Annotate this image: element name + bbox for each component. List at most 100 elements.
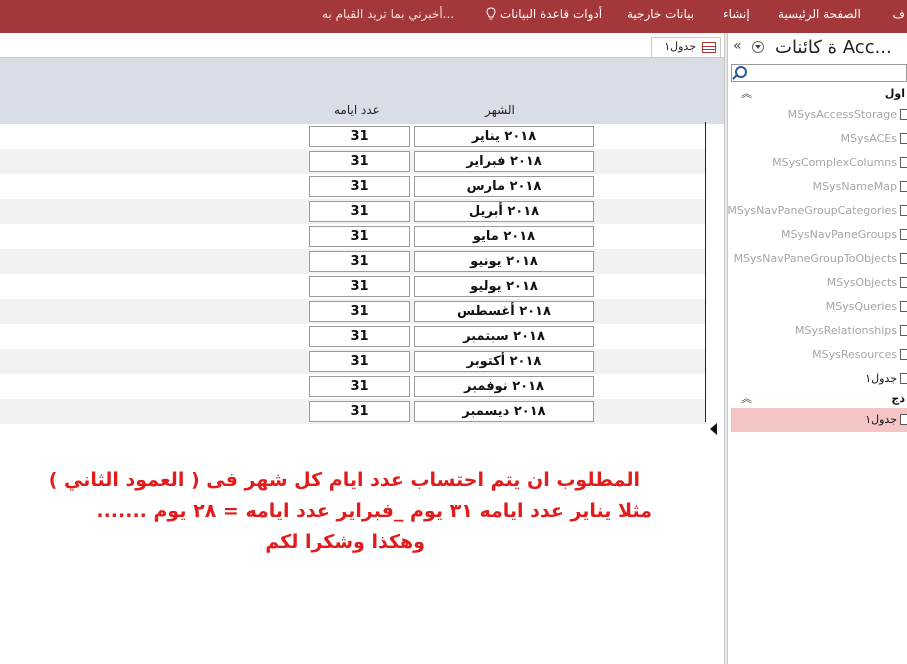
table-icon [900, 133, 907, 144]
table-icon [900, 373, 907, 384]
table-icon [900, 205, 907, 216]
days-field[interactable]: 31 [309, 301, 410, 322]
month-field[interactable]: ٢٠١٨ مايو [414, 226, 594, 247]
nav-group-label: اول [884, 87, 905, 100]
ribbon-bar: ف الصفحة الرئيسية إنشاء بيانات خارجية أد… [0, 0, 907, 33]
days-field[interactable]: 31 [309, 151, 410, 172]
double-chevron-icon[interactable]: « [733, 38, 742, 54]
table-icon [900, 301, 907, 312]
nav-item-label: جدول١ [865, 372, 897, 385]
month-field[interactable]: ٢٠١٨ يونيو [414, 251, 594, 272]
table-icon [900, 253, 907, 264]
nav-item-table[interactable]: MSysResources [731, 343, 907, 367]
tab-database-tools[interactable]: أدوات قاعدة البيانات [500, 7, 602, 21]
table-row: 31 ٢٠١٨ فبراير [0, 149, 705, 174]
month-field[interactable]: ٢٠١٨ ديسمبر [414, 401, 594, 422]
tab-file[interactable]: ف [893, 7, 905, 21]
days-field[interactable]: 31 [309, 126, 410, 147]
days-field[interactable]: 31 [309, 226, 410, 247]
days-field[interactable]: 31 [309, 376, 410, 397]
table-row: 31 ٢٠١٨ مايو [0, 224, 705, 249]
dropdown-circle-icon[interactable] [752, 41, 764, 53]
table-row: 31 ٢٠١٨ أكتوبر [0, 349, 705, 374]
month-field[interactable]: ٢٠١٨ فبراير [414, 151, 594, 172]
search-icon[interactable] [735, 66, 747, 78]
table-row: 31 ٢٠١٨ يوليو [0, 274, 705, 299]
nav-item-label: MSysNameMap [812, 180, 897, 193]
table-row: 31 ٢٠١٨ سبتمبر [0, 324, 705, 349]
nav-item-label: MSysNavPaneGroups [780, 228, 897, 241]
month-field[interactable]: ٢٠١٨ مارس [414, 176, 594, 197]
table-row: 31 ٢٠١٨ مارس [0, 174, 705, 199]
month-field[interactable]: ٢٠١٨ سبتمبر [414, 326, 594, 347]
days-field[interactable]: 31 [309, 201, 410, 222]
days-field[interactable]: 31 [309, 326, 410, 347]
nav-item-table[interactable]: جدول١ [731, 367, 907, 391]
table-row: 31 ٢٠١٨ أغسطس [0, 299, 705, 324]
nav-item-table[interactable]: MSysRelationships [731, 319, 907, 343]
table-icon [900, 349, 907, 360]
days-field[interactable]: 31 [309, 251, 410, 272]
nav-item-table[interactable]: MSysACEs [731, 127, 907, 151]
note-line: وهكذا وشكرا لكم [265, 531, 425, 553]
nav-item-table[interactable]: MSysObjects [731, 271, 907, 295]
nav-group-forms[interactable]: ︽ ذج [731, 390, 907, 408]
nav-item-label: MSysObjects [826, 276, 897, 289]
table-icon [702, 42, 716, 53]
nav-item-label: MSysNavPaneGroupCategories [727, 204, 897, 217]
table-row: 31 ٢٠١٨ نوفمبر [0, 374, 705, 399]
column-header-days: عدد ايامه [334, 103, 380, 117]
nav-item-form[interactable]: جدول١ [731, 408, 907, 432]
table-icon [900, 229, 907, 240]
nav-item-label: جدول١ [865, 413, 897, 426]
nav-item-table[interactable]: MSysNameMap [731, 175, 907, 199]
days-field[interactable]: 31 [309, 351, 410, 372]
lightbulb-icon [486, 7, 496, 20]
nav-search-input[interactable] [731, 64, 907, 82]
tab-create[interactable]: إنشاء [723, 7, 750, 21]
tell-me-box[interactable]: أخبرني بما تريد القيام به... [322, 7, 454, 21]
table-row: 31 ٢٠١٨ يونيو [0, 249, 705, 274]
month-field[interactable]: ٢٠١٨ أكتوبر [414, 351, 594, 372]
nav-group-tables[interactable]: ︽ اول [731, 85, 907, 103]
month-field[interactable]: ٢٠١٨ أبريل [414, 201, 594, 222]
record-selector-icon[interactable] [710, 423, 717, 435]
document-tabbar [0, 33, 726, 58]
table-icon [900, 325, 907, 336]
nav-item-table[interactable]: MSysAccessStorage [731, 103, 907, 127]
table-icon [900, 277, 907, 288]
nav-item-label: MSysResources [812, 348, 897, 361]
form-divider [705, 122, 706, 422]
days-field[interactable]: 31 [309, 401, 410, 422]
nav-group-label: ذج [891, 392, 905, 405]
note-line: مثلا يناير عدد ايامه ٣١ يوم _فبراير عدد … [96, 500, 652, 522]
tab-external-data[interactable]: بيانات خارجية [627, 7, 694, 21]
month-field[interactable]: ٢٠١٨ أغسطس [414, 301, 594, 322]
table-row: 31 ٢٠١٨ ديسمبر [0, 399, 705, 424]
nav-item-table[interactable]: MSysNavPaneGroupToObjects [731, 247, 907, 271]
document-tab[interactable]: جدول١ [651, 37, 721, 57]
nav-item-label: MSysACEs [840, 132, 897, 145]
nav-item-table[interactable]: MSysNavPaneGroupCategories [727, 199, 907, 223]
nav-item-label: MSysComplexColumns [772, 156, 897, 169]
nav-item-table[interactable]: MSysNavPaneGroups [731, 223, 907, 247]
nav-item-table[interactable]: MSysQueries [731, 295, 907, 319]
month-field[interactable]: ٢٠١٨ نوفمبر [414, 376, 594, 397]
collapse-group-icon[interactable]: ︽ [741, 85, 752, 101]
nav-item-label: MSysNavPaneGroupToObjects [733, 252, 897, 265]
table-row: 31 ٢٠١٨ يناير [0, 124, 705, 149]
nav-item-table[interactable]: MSysComplexColumns [731, 151, 907, 175]
month-field[interactable]: ٢٠١٨ يناير [414, 126, 594, 147]
month-field[interactable]: ٢٠١٨ يوليو [414, 276, 594, 297]
note-line: المطلوب ان يتم احتساب عدد ايام كل شهر فى… [48, 469, 640, 491]
column-header-month: الشهر [485, 103, 515, 117]
days-field[interactable]: 31 [309, 276, 410, 297]
tab-home[interactable]: الصفحة الرئيسية [778, 7, 861, 21]
table-icon [900, 109, 907, 120]
form-icon [900, 414, 907, 425]
days-field[interactable]: 31 [309, 176, 410, 197]
document-tab-label: جدول١ [664, 40, 696, 53]
collapse-group-icon[interactable]: ︽ [741, 390, 752, 406]
nav-item-label: MSysRelationships [795, 324, 897, 337]
table-icon [900, 157, 907, 168]
